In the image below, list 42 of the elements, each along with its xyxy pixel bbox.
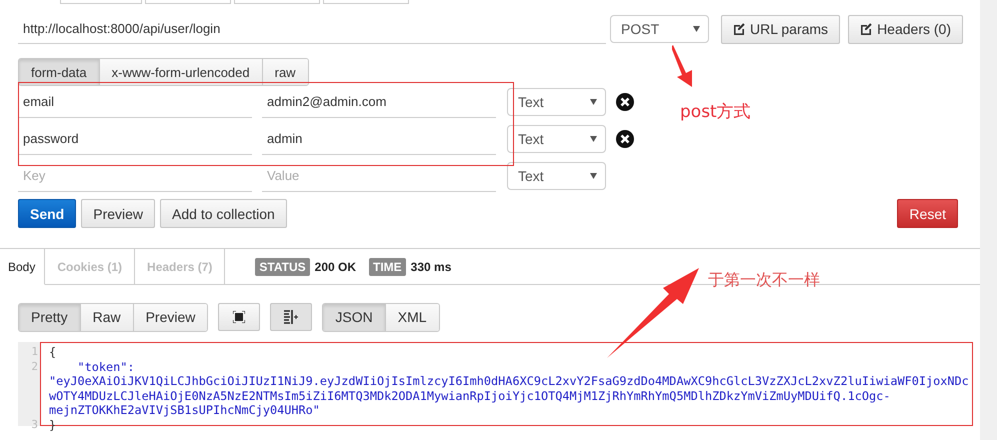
caret-icon — [590, 136, 597, 142]
status-value: 330 ms — [410, 260, 452, 274]
method-select[interactable]: POST — [610, 15, 709, 43]
code-line: { — [48, 345, 58, 360]
text-wrap-icon — [283, 310, 300, 324]
type-select[interactable]: Text — [507, 162, 606, 190]
caret-icon — [590, 173, 597, 179]
body-type-tab[interactable]: form-data — [19, 59, 99, 85]
body-type-tab[interactable]: x-www-form-urlencoded — [98, 59, 262, 85]
toolbar-button[interactable]: URL params — [721, 14, 840, 44]
view-tab[interactable]: Preview — [132, 304, 208, 330]
wrap-button[interactable] — [270, 303, 312, 331]
toolbar-button[interactable]: Headers (0) — [848, 14, 963, 44]
square-icon — [233, 311, 246, 323]
action-button[interactable]: Reset — [897, 199, 958, 228]
url-field[interactable]: http://localhost:8000/api/user/login — [18, 14, 606, 44]
action-button[interactable]: Send — [18, 199, 76, 228]
annotation-text: 于第一次不一样 — [708, 270, 820, 291]
view-tab[interactable]: XML — [384, 304, 439, 330]
fullscreen-button[interactable] — [218, 303, 260, 331]
remove-icon[interactable] — [616, 93, 634, 111]
body-type-tab[interactable]: raw — [262, 59, 308, 85]
view-tab[interactable]: Pretty — [19, 304, 80, 330]
action-button[interactable]: Preview — [81, 199, 156, 228]
status-label: TIME — [369, 258, 406, 276]
annotation-text: post方式 — [680, 101, 751, 123]
remove-icon[interactable] — [616, 130, 634, 148]
edit-icon — [860, 23, 872, 35]
arrow-icon — [607, 268, 699, 358]
view-tab[interactable]: JSON — [323, 304, 385, 330]
status-label: STATUS — [255, 258, 310, 276]
type-select[interactable]: Text — [507, 125, 606, 153]
code-line: "token": "eyJ0eXAiOiJKV1QiLCJhbGciOiJIUzI1NiJ9.eyJzdWIiOjIsImlzcyI6Imh0dHA6XC9cL2xvY2FsaG9zdDo4MDAwXC9hcGlcL3VzZXJcL2xvZ2luIiwiaWF0IjoxNDcwOTY4MDUzLCJleHAiOjE0NzA5NzE2NTMsIm5iZiI6MTQ3MDk2ODA1MywianRpIjoiYjc1OTQ4MjM1ZjRhYmRhYmQ5MDlhZDkzYmViZmUyMDUifQ.1cOgc-mejnZTOKKhE2aVIVjSB1sUPIhcNmCjy04UHRo" — [48, 360, 970, 418]
type-select[interactable]: Text — [507, 88, 606, 116]
view-tab[interactable]: Raw — [80, 304, 133, 330]
caret-icon — [693, 26, 700, 32]
scrollbar[interactable] — [980, 0, 997, 440]
action-button[interactable]: Add to collection — [160, 199, 287, 228]
status-value: 200 OK — [314, 260, 356, 274]
edit-icon — [733, 23, 745, 35]
caret-icon — [590, 99, 597, 105]
line-number: 3 — [30, 418, 39, 433]
